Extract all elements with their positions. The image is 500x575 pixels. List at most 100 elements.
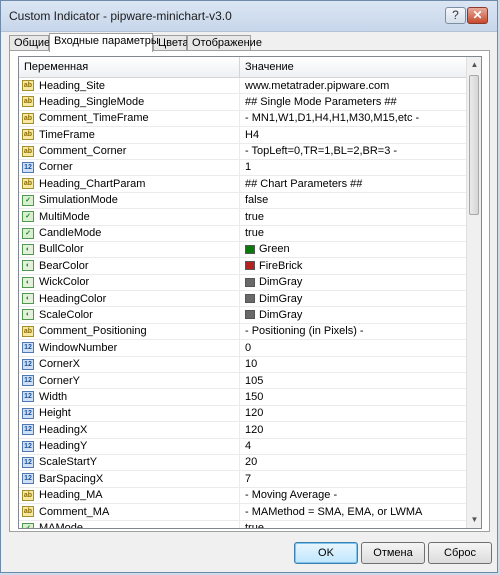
parameter-value[interactable]: 150 bbox=[245, 391, 263, 403]
boolean-type-icon: ✓ bbox=[22, 522, 34, 528]
parameter-row[interactable]: ab Comment_Positioning - Positioning (in … bbox=[19, 323, 466, 341]
parameter-value[interactable]: false bbox=[245, 194, 268, 206]
parameter-value[interactable]: DimGray bbox=[259, 276, 302, 288]
parameter-value[interactable]: 20 bbox=[245, 456, 257, 468]
parameter-value[interactable]: 4 bbox=[245, 440, 251, 452]
cell-divider bbox=[239, 504, 240, 520]
parameter-name: WindowNumber bbox=[39, 341, 118, 354]
cell-divider bbox=[239, 389, 240, 405]
parameter-name: Comment_Positioning bbox=[39, 325, 147, 338]
parameter-value[interactable]: true bbox=[245, 227, 264, 239]
parameter-row[interactable]: ab Comment_Corner - TopLeft=0,TR=1,BL=2,B… bbox=[19, 143, 466, 160]
parameter-value[interactable]: DimGray bbox=[259, 309, 302, 321]
parameter-value[interactable]: - MN1,W1,D1,H4,H1,M30,M15,etc - bbox=[245, 112, 419, 124]
parameter-value[interactable]: 0 bbox=[245, 342, 251, 354]
color-swatch[interactable] bbox=[245, 244, 255, 254]
cell-divider bbox=[239, 225, 240, 241]
parameter-row[interactable]: ◐ BullColor Green bbox=[19, 241, 466, 259]
parameter-name: MultiMode bbox=[39, 210, 90, 223]
parameter-row[interactable]: ◐ BearColor FireBrick bbox=[19, 258, 466, 275]
input-parameters-panel: Переменная Значение ab Heading_Site www.me… bbox=[9, 50, 490, 532]
parameter-value[interactable]: - MAMethod = SMA, EMA, or LWMA bbox=[245, 506, 422, 518]
parameter-value[interactable]: 105 bbox=[245, 375, 263, 387]
parameter-row[interactable]: 12 CornerY 105 bbox=[19, 373, 466, 390]
parameter-value[interactable]: FireBrick bbox=[259, 260, 302, 272]
color-swatch[interactable] bbox=[245, 277, 255, 287]
parameter-row[interactable]: ab Heading_ChartParam ## Chart Parameters … bbox=[19, 176, 466, 193]
vertical-scrollbar[interactable]: ▲ ▼ bbox=[466, 57, 481, 528]
cancel-button[interactable]: Отмена bbox=[361, 542, 425, 564]
parameter-name: BullColor bbox=[39, 243, 84, 256]
parameter-row[interactable]: ◐ WickColor DimGray bbox=[19, 274, 466, 292]
grid-rows: ab Heading_Site www.metatrader.pipware.com… bbox=[19, 78, 466, 528]
parameter-value[interactable]: true bbox=[245, 522, 264, 528]
parameter-row[interactable]: ab Comment_MA - MAMethod = SMA, EMA, or L… bbox=[19, 504, 466, 521]
parameter-value[interactable]: H4 bbox=[245, 129, 259, 141]
parameter-value[interactable]: www.metatrader.pipware.com bbox=[245, 80, 389, 92]
parameter-row[interactable]: ✓ MultiMode true bbox=[19, 209, 466, 226]
parameter-name: CandleMode bbox=[39, 227, 102, 240]
parameter-row[interactable]: ab TimeFrame H4 bbox=[19, 127, 466, 144]
parameter-value[interactable]: Green bbox=[259, 243, 290, 255]
parameter-row[interactable]: ✓ SimulationMode false bbox=[19, 192, 466, 210]
integer-type-icon: 12 bbox=[22, 407, 34, 419]
cell-divider bbox=[239, 454, 240, 471]
parameter-name: Comment_MA bbox=[39, 505, 110, 518]
parameter-row[interactable]: ✓ MAMode true bbox=[19, 520, 466, 528]
parameter-row[interactable]: 12 HeadingX 120 bbox=[19, 422, 466, 439]
grid-header: Переменная Значение bbox=[19, 57, 466, 78]
column-header-value[interactable]: Значение bbox=[245, 61, 294, 73]
parameter-value[interactable]: DimGray bbox=[259, 293, 302, 305]
close-button[interactable]: ✕ bbox=[467, 7, 488, 24]
tab-visualization[interactable]: Отображение bbox=[187, 35, 262, 51]
parameter-value[interactable]: ## Chart Parameters ## bbox=[245, 178, 362, 190]
integer-type-icon: 12 bbox=[22, 342, 34, 354]
parameter-row[interactable]: ◐ HeadingColor DimGray bbox=[19, 291, 466, 308]
string-type-icon: ab bbox=[22, 325, 34, 337]
parameter-row[interactable]: 12 CornerX 10 bbox=[19, 356, 466, 374]
cell-divider bbox=[239, 78, 240, 94]
parameter-value[interactable]: - TopLeft=0,TR=1,BL=2,BR=3 - bbox=[245, 145, 397, 157]
parameter-row[interactable]: ab Heading_Site www.metatrader.pipware.com bbox=[19, 78, 466, 95]
parameter-value[interactable]: 7 bbox=[245, 473, 251, 485]
parameter-row[interactable]: 12 Width 150 bbox=[19, 389, 466, 406]
parameter-value[interactable]: - Moving Average - bbox=[245, 489, 337, 501]
parameter-row[interactable]: ab Comment_TimeFrame - MN1,W1,D1,H4,H1,M3… bbox=[19, 110, 466, 128]
column-header-variable[interactable]: Переменная bbox=[24, 61, 88, 73]
scroll-down-arrow-icon[interactable]: ▼ bbox=[467, 512, 481, 528]
tab-general[interactable]: Общие bbox=[9, 35, 50, 51]
parameter-row[interactable]: ✓ CandleMode true bbox=[19, 225, 466, 242]
string-type-icon: ab bbox=[22, 129, 34, 141]
tab-input-parameters[interactable]: Входные параметры bbox=[49, 33, 159, 52]
parameter-value[interactable]: 10 bbox=[245, 358, 257, 370]
parameter-row[interactable]: 12 ScaleStartY 20 bbox=[19, 454, 466, 472]
parameter-row[interactable]: ab Heading_MA - Moving Average - bbox=[19, 487, 466, 505]
help-button[interactable]: ? bbox=[445, 7, 466, 24]
title-bar[interactable]: Custom Indicator - pipware-minichart-v3.… bbox=[1, 1, 497, 32]
parameter-row[interactable]: ab Heading_SingleMode ## Single Mode Param… bbox=[19, 94, 466, 111]
color-swatch[interactable] bbox=[245, 294, 255, 304]
parameter-name: Height bbox=[39, 407, 71, 420]
parameter-row[interactable]: 12 WindowNumber 0 bbox=[19, 340, 466, 357]
ok-button[interactable]: OK bbox=[294, 542, 358, 564]
scrollbar-thumb[interactable] bbox=[469, 75, 479, 215]
parameter-value[interactable]: 120 bbox=[245, 407, 263, 419]
parameter-row[interactable]: ◐ ScaleColor DimGray bbox=[19, 307, 466, 324]
parameter-row[interactable]: 12 HeadingY 4 bbox=[19, 438, 466, 455]
color-swatch[interactable] bbox=[245, 310, 255, 320]
reset-button[interactable]: Сброс bbox=[428, 542, 492, 564]
cell-divider bbox=[239, 94, 240, 110]
column-divider[interactable] bbox=[239, 57, 240, 77]
parameter-value[interactable]: true bbox=[245, 211, 264, 223]
parameter-name: HeadingColor bbox=[39, 292, 107, 305]
parameter-row[interactable]: 12 Corner 1 bbox=[19, 159, 466, 177]
parameter-row[interactable]: 12 Height 120 bbox=[19, 405, 466, 423]
parameter-value[interactable]: ## Single Mode Parameters ## bbox=[245, 96, 397, 108]
color-swatch[interactable] bbox=[245, 261, 255, 271]
parameter-value[interactable]: 1 bbox=[245, 161, 251, 173]
scroll-up-arrow-icon[interactable]: ▲ bbox=[467, 57, 481, 73]
parameter-row[interactable]: 12 BarSpacingX 7 bbox=[19, 471, 466, 488]
parameter-value[interactable]: 120 bbox=[245, 424, 263, 436]
parameter-value[interactable]: - Positioning (in Pixels) - bbox=[245, 325, 364, 337]
string-type-icon: ab bbox=[22, 80, 34, 91]
